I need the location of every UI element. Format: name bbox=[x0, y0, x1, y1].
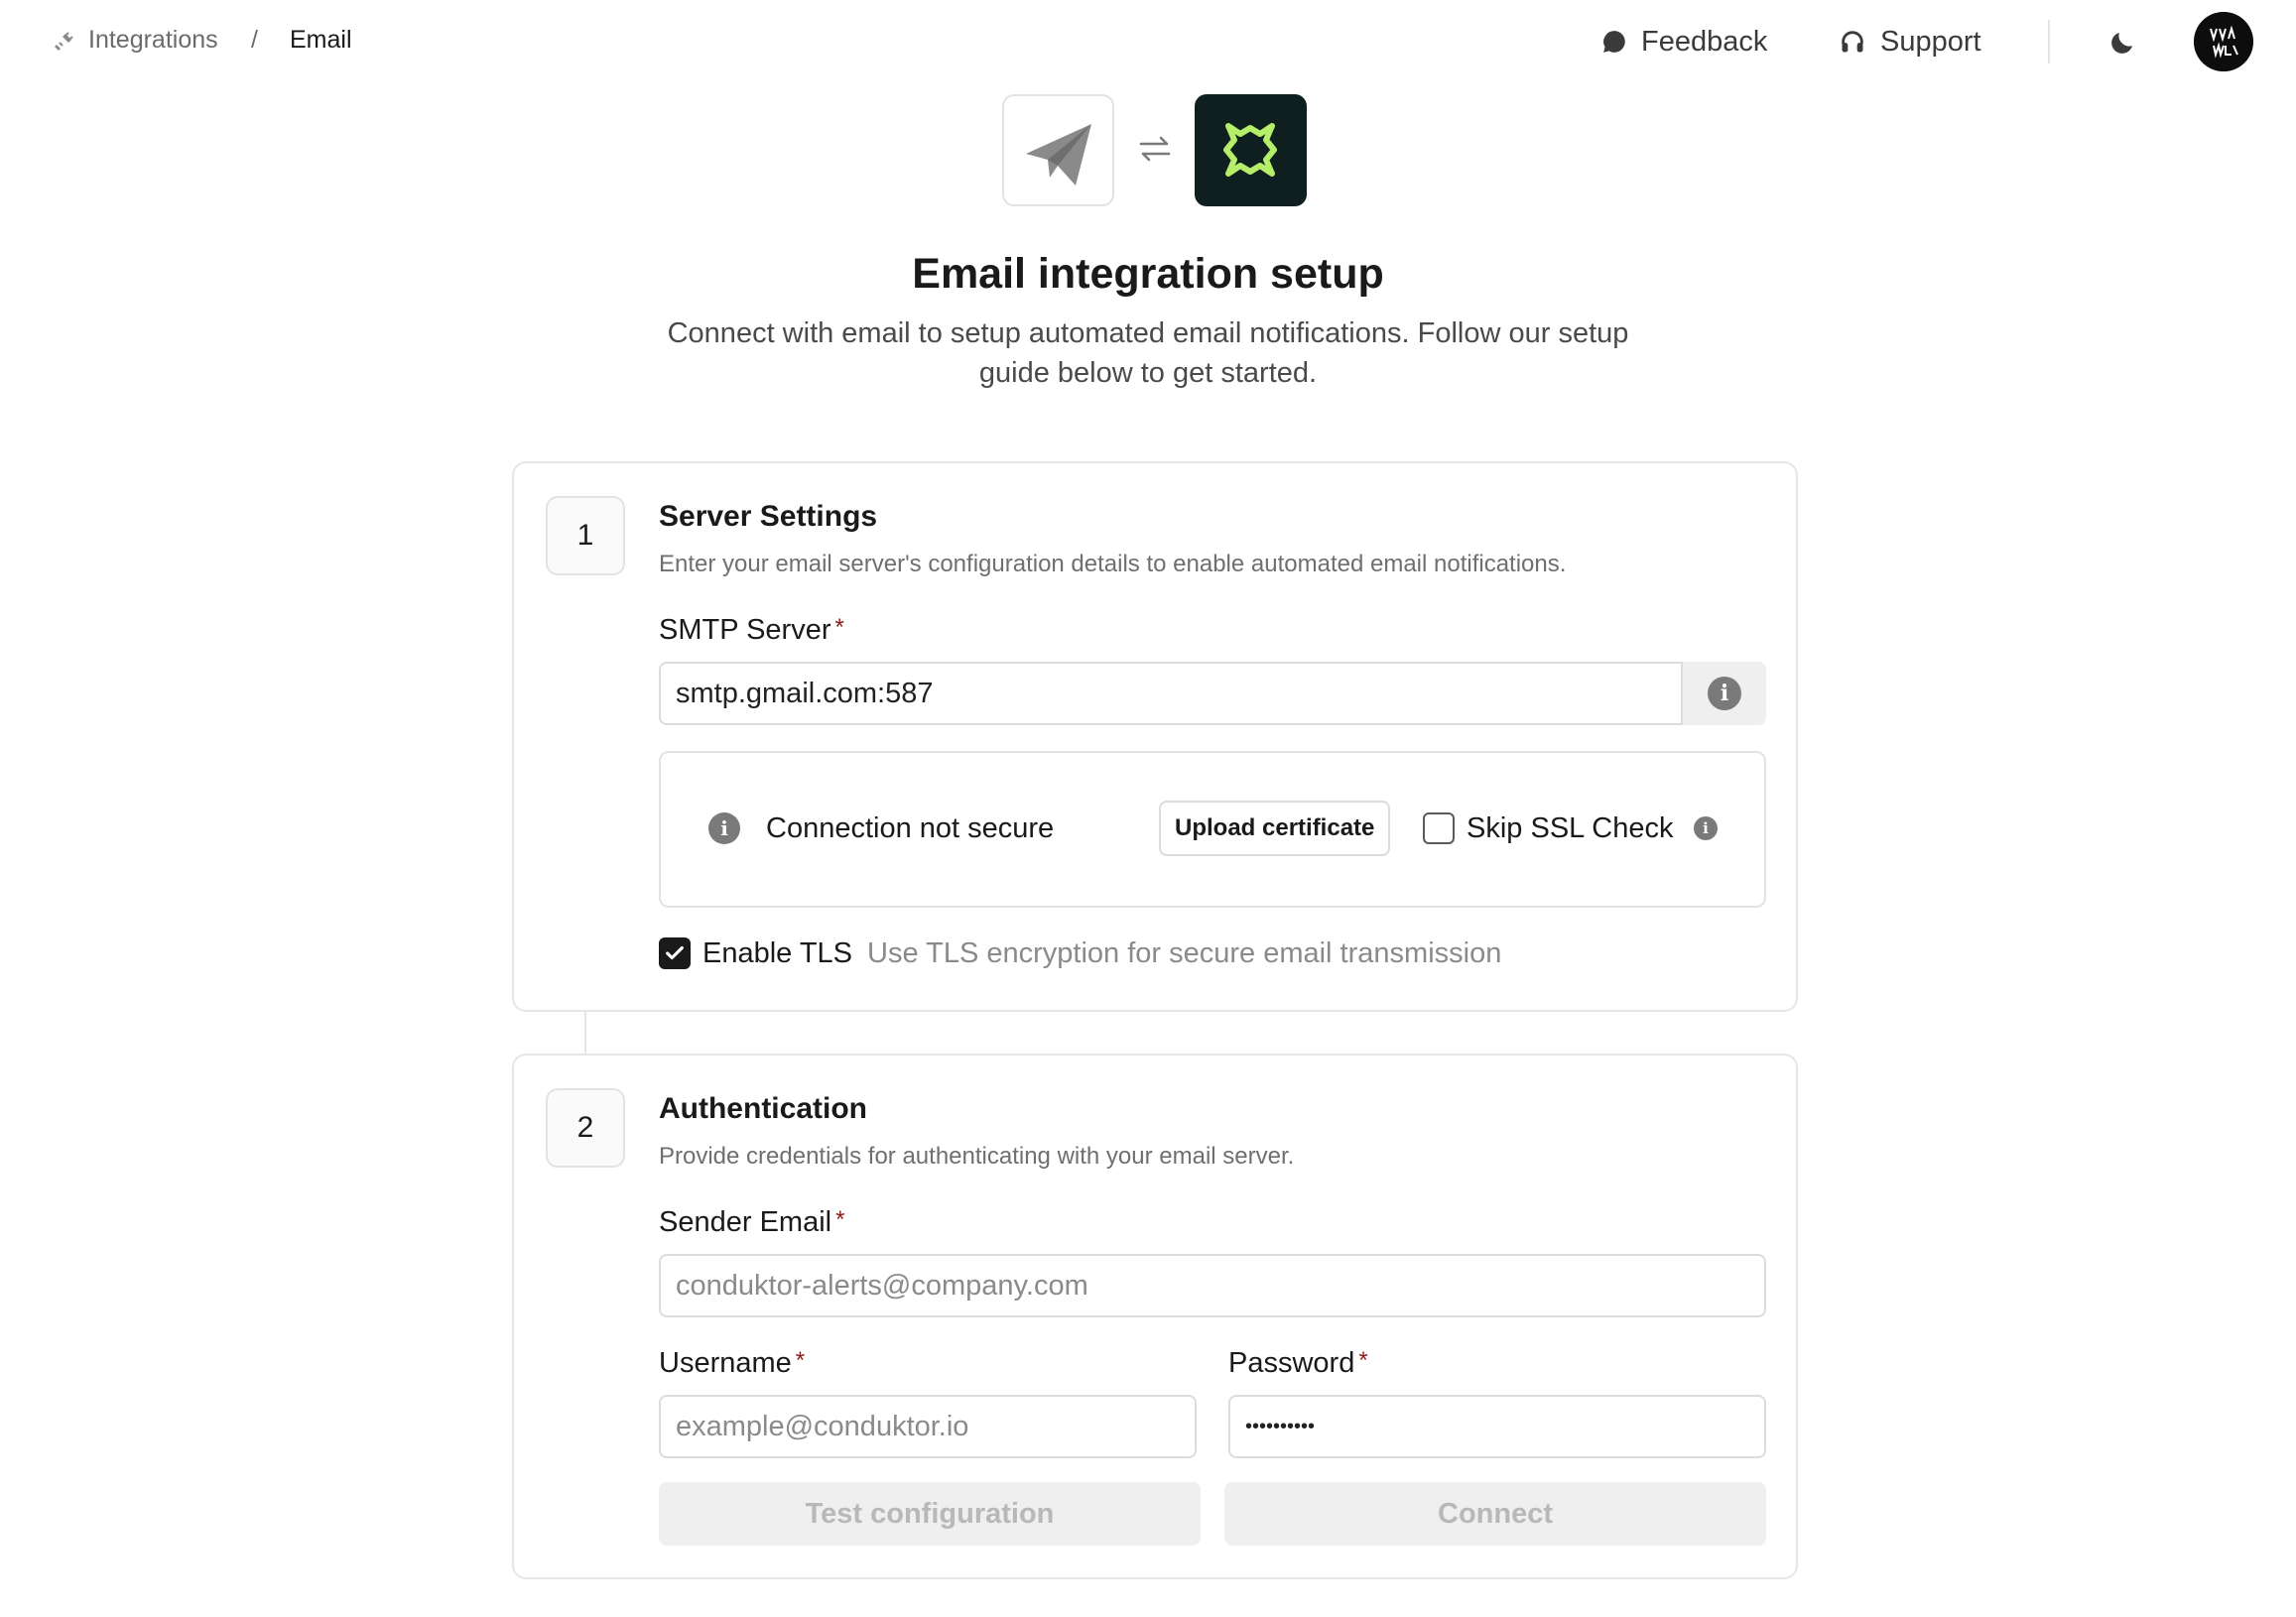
username-input[interactable] bbox=[659, 1395, 1197, 1458]
paper-plane-icon bbox=[1026, 124, 1091, 186]
password-input[interactable] bbox=[1228, 1395, 1766, 1458]
password-label: Password * bbox=[1228, 1347, 1368, 1380]
required-mark: * bbox=[1358, 1347, 1368, 1374]
smtp-server-input[interactable] bbox=[659, 662, 1766, 725]
email-logo bbox=[1002, 94, 1114, 206]
server-settings-description: Enter your email server's configuration … bbox=[659, 551, 1567, 577]
server-settings-title: Server Settings bbox=[659, 500, 878, 533]
authentication-title: Authentication bbox=[659, 1092, 867, 1125]
required-mark: * bbox=[834, 614, 844, 641]
smtp-server-label-text: SMTP Server bbox=[659, 614, 831, 646]
conduktor-logo bbox=[1195, 94, 1307, 206]
username-label: Username * bbox=[659, 1347, 805, 1380]
ssl-status-box: i Connection not secure Upload certifica… bbox=[659, 751, 1766, 908]
info-icon: i bbox=[708, 812, 740, 844]
support-label: Support bbox=[1880, 25, 1981, 58]
skip-ssl-label: Skip SSL Check bbox=[1467, 812, 1674, 844]
enable-tls-description: Use TLS encryption for secure email tran… bbox=[867, 937, 1502, 969]
support-button[interactable]: Support bbox=[1839, 22, 1981, 62]
info-icon[interactable]: i bbox=[1694, 816, 1718, 840]
authentication-description: Provide credentials for authenticating w… bbox=[659, 1143, 1295, 1170]
step-number-1: 1 bbox=[546, 496, 625, 575]
page-title: Email integration setup bbox=[912, 250, 1384, 298]
step-connector bbox=[584, 1012, 586, 1054]
breadcrumb-separator: / bbox=[251, 26, 258, 54]
header-divider bbox=[2048, 20, 2050, 63]
server-settings-card: 1 Server Settings Enter your email serve… bbox=[512, 461, 1798, 1012]
connect-button[interactable]: Connect bbox=[1224, 1482, 1766, 1546]
plug-icon bbox=[55, 32, 73, 51]
enable-tls-label: Enable TLS bbox=[702, 937, 853, 969]
required-mark: * bbox=[835, 1206, 845, 1233]
feedback-button[interactable]: Feedback bbox=[1601, 22, 1767, 62]
feedback-label: Feedback bbox=[1641, 25, 1768, 58]
enable-tls-checkbox[interactable] bbox=[659, 937, 691, 969]
sender-email-label-text: Sender Email bbox=[659, 1206, 832, 1238]
breadcrumb-current: Email bbox=[290, 26, 352, 54]
avatar[interactable] bbox=[2194, 12, 2253, 71]
chat-bubble-icon bbox=[1603, 31, 1625, 53]
breadcrumb-integrations[interactable]: Integrations bbox=[88, 26, 218, 55]
conduktor-logo-icon bbox=[1223, 123, 1277, 177]
skip-ssl-checkbox[interactable] bbox=[1423, 812, 1455, 844]
connection-status-text: Connection not secure bbox=[766, 812, 1055, 844]
top-bar: Integrations / Email Feedback Support bbox=[0, 0, 2296, 83]
username-label-text: Username bbox=[659, 1347, 792, 1379]
step-number-2: 2 bbox=[546, 1088, 625, 1168]
smtp-info-button[interactable]: i bbox=[1681, 662, 1766, 725]
authentication-card: 2 Authentication Provide credentials for… bbox=[512, 1054, 1798, 1579]
page-subtitle: Connect with email to setup automated em… bbox=[667, 317, 1629, 389]
upload-certificate-button[interactable]: Upload certificate bbox=[1159, 801, 1391, 856]
sender-email-input[interactable] bbox=[659, 1254, 1766, 1317]
swap-arrows-icon bbox=[1139, 136, 1171, 162]
headphones-icon bbox=[1842, 31, 1863, 53]
smtp-server-label: SMTP Server * bbox=[659, 614, 844, 647]
avatar-image bbox=[2194, 12, 2253, 71]
checkmark-icon bbox=[666, 945, 684, 960]
info-icon: i bbox=[1708, 677, 1741, 710]
test-configuration-button[interactable]: Test configuration bbox=[659, 1482, 1201, 1546]
sender-email-label: Sender Email * bbox=[659, 1206, 844, 1239]
required-mark: * bbox=[795, 1347, 806, 1374]
moon-icon[interactable] bbox=[2107, 28, 2137, 58]
password-label-text: Password bbox=[1228, 1347, 1355, 1379]
